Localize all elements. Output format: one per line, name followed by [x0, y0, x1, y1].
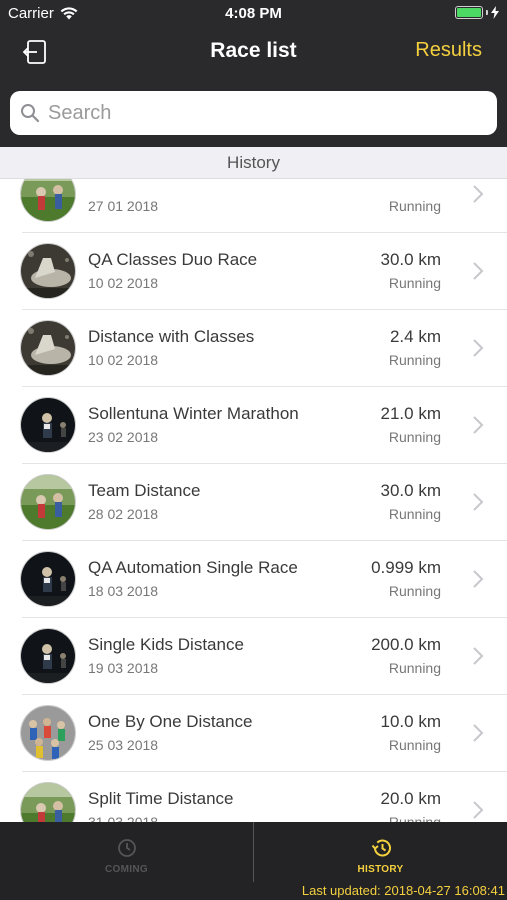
race-name: Single Kids Distance: [88, 635, 244, 654]
race-date: 23 02 2018: [88, 429, 159, 445]
race-type: Running: [388, 198, 441, 214]
race-thumbnail: [20, 397, 76, 453]
race-date: 19 03 2018: [88, 660, 159, 676]
navigation-bar: Race list Results: [0, 28, 507, 80]
race-thumbnail: [20, 628, 76, 684]
clock-icon: [117, 838, 136, 857]
chevron-right-icon: [473, 724, 484, 742]
race-date: 31 03 2018: [88, 814, 159, 822]
chevron-right-icon: [473, 339, 484, 357]
tab-bar: COMING HISTORY: [0, 822, 507, 882]
tab-history[interactable]: HISTORY: [254, 822, 507, 882]
race-type: Running: [388, 583, 441, 599]
race-thumbnail: [20, 782, 76, 822]
race-row[interactable]: QA Automation Single Race 18 03 2018 0.999…: [20, 541, 507, 618]
status-bar: Carrier 4:08 PM: [0, 0, 507, 28]
results-button[interactable]: Results: [415, 39, 482, 62]
status-time: 4:08 PM: [225, 5, 282, 22]
search-icon: [21, 104, 40, 123]
search-input[interactable]: [48, 101, 468, 125]
race-date: 10 02 2018: [88, 352, 159, 368]
race-name: QA Classes Duo Race: [88, 250, 258, 269]
tab-coming-label: COMING: [105, 863, 148, 875]
search-bar[interactable]: [10, 91, 497, 135]
race-distance: 21.0 km: [380, 404, 441, 423]
race-thumbnail: [20, 320, 76, 376]
race-date: 18 03 2018: [88, 583, 159, 599]
race-type: Running: [388, 737, 441, 753]
chevron-right-icon: [473, 801, 484, 819]
race-list[interactable]: 27 01 2018 Running QA Classes Duo Race 10 0…: [0, 179, 507, 822]
race-row[interactable]: Sollentuna Winter Marathon 23 02 2018 21.0…: [20, 387, 507, 464]
section-header: History: [0, 147, 507, 179]
tab-coming[interactable]: COMING: [0, 822, 254, 882]
last-updated: Last updated: 2018-04-27 16:08:41: [0, 882, 507, 900]
race-date: 28 02 2018: [88, 506, 159, 522]
race-name: Team Distance: [88, 481, 201, 500]
race-thumbnail: [20, 474, 76, 530]
race-name: Sollentuna Winter Marathon: [88, 404, 299, 423]
race-distance: 20.0 km: [380, 789, 441, 808]
chevron-right-icon: [473, 416, 484, 434]
race-row[interactable]: One By One Distance 25 03 2018 10.0 km Runn…: [20, 695, 507, 772]
race-thumbnail: [20, 551, 76, 607]
header: Carrier 4:08 PM Race list Results: [0, 0, 507, 147]
race-name: One By One Distance: [88, 712, 253, 731]
race-type: Running: [388, 352, 441, 368]
race-thumbnail: [20, 705, 76, 761]
race-row[interactable]: QA Classes Duo Race 10 02 2018 30.0 km Runn…: [20, 233, 507, 310]
race-thumbnail: [20, 243, 76, 299]
race-row[interactable]: Team Distance 28 02 2018 30.0 km Running: [20, 464, 507, 541]
battery-icon: [455, 6, 499, 19]
race-date: 10 02 2018: [88, 275, 159, 291]
race-name: Split Time Distance: [88, 789, 234, 808]
race-row[interactable]: Single Kids Distance 19 03 2018 200.0 km Ru…: [20, 618, 507, 695]
race-type: Running: [388, 506, 441, 522]
race-distance: 2.4 km: [389, 327, 441, 346]
race-name: Distance with Classes: [88, 327, 255, 346]
race-type: Running: [388, 429, 441, 445]
race-row[interactable]: Split Time Distance 31 03 2018 20.0 km Runn…: [20, 772, 507, 822]
chevron-right-icon: [473, 570, 484, 588]
race-name: QA Automation Single Race: [88, 558, 298, 577]
race-distance: 10.0 km: [380, 712, 441, 731]
race-distance: 0.999 km: [371, 558, 441, 577]
race-distance: 200.0 km: [371, 635, 441, 654]
race-date: 25 03 2018: [88, 737, 159, 753]
race-type: Running: [388, 275, 441, 291]
race-distance: 30.0 km: [380, 481, 441, 500]
tab-history-label: HISTORY: [357, 863, 404, 875]
race-type: Running: [388, 660, 441, 676]
race-row[interactable]: 27 01 2018 Running: [20, 179, 507, 233]
race-thumbnail: [20, 179, 76, 222]
history-icon: [371, 839, 391, 856]
race-row[interactable]: Distance with Classes 10 02 2018 2.4 km Run…: [20, 310, 507, 387]
chevron-right-icon: [473, 185, 484, 203]
race-type: Running: [388, 814, 441, 822]
race-date: 27 01 2018: [88, 198, 159, 214]
chevron-right-icon: [473, 493, 484, 511]
chevron-right-icon: [473, 262, 484, 280]
chevron-right-icon: [473, 647, 484, 665]
race-distance: 30.0 km: [380, 250, 441, 269]
charging-icon: [491, 6, 499, 19]
